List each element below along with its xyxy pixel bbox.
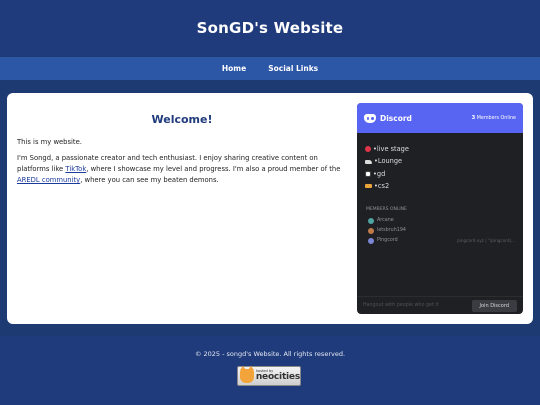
channel-item-gd[interactable]: •gd — [365, 168, 523, 180]
discord-brand[interactable]: Discord — [364, 113, 412, 123]
discord-footer-text: Hangout with people who get it — [363, 303, 439, 308]
member-item[interactable]: Arcane — [368, 216, 523, 226]
members-online-count: 3 Members Online — [472, 115, 516, 121]
copyright-text: © 2025 - songd's Website. All rights res… — [194, 350, 346, 358]
site-header: SonGD's Website — [0, 0, 540, 56]
channel-list: •live stage •Lounge •gd •cs2 — [357, 133, 523, 193]
member-item[interactable]: Pingcord pingcord.xyz | "/pingcord|... — [368, 236, 523, 246]
intro-text: This is my website. — [17, 138, 82, 146]
main-nav: Home Social Links — [0, 57, 540, 80]
square-icon — [365, 171, 371, 178]
red-circle-icon — [365, 146, 371, 153]
about-paragraph: I'm Songd, a passionate creator and tech… — [17, 153, 352, 187]
avatar — [368, 227, 374, 234]
discord-widget: Discord 3 Members Online •live stage •Lo… — [357, 103, 523, 314]
avatar — [368, 217, 374, 224]
avatar — [368, 237, 374, 244]
nav-spacer — [0, 80, 540, 92]
join-discord-button[interactable]: Join Discord — [471, 299, 517, 312]
welcome-heading: Welcome! — [151, 113, 213, 126]
couch-icon — [365, 159, 372, 164]
discord-widget-footer: Hangout with people who get it Join Disc… — [357, 296, 523, 314]
aredl-community-link[interactable]: AREDL community — [17, 176, 80, 184]
nav-social-links-link[interactable]: Social Links — [268, 64, 318, 73]
neocities-badge-text: hosted by neocities — [255, 369, 300, 383]
member-name: letsbruh194 — [377, 228, 406, 234]
discord-widget-header: Discord 3 Members Online — [357, 103, 523, 133]
member-item[interactable]: letsbruh194 — [368, 226, 523, 236]
channel-label: •gd — [373, 169, 386, 178]
gun-icon — [365, 184, 372, 189]
member-name: Pingcord — [377, 238, 398, 244]
neocities-badge[interactable]: hosted by neocities — [237, 366, 301, 386]
members-label: Members Online — [476, 116, 516, 121]
nav-home-link[interactable]: Home — [222, 64, 246, 73]
channel-label: •Lounge — [374, 157, 403, 166]
channel-label: •cs2 — [374, 182, 390, 191]
member-name: Arcane — [377, 218, 394, 224]
discord-logo-icon — [364, 113, 376, 123]
channel-label: •live stage — [373, 145, 409, 153]
neocities-badge-big: neocities — [255, 372, 300, 383]
about-text-3: , where you can see my beaten demons. — [80, 176, 219, 185]
neocities-cat-icon — [240, 366, 254, 383]
members-online-title: MEMBERS ONLINE — [366, 206, 407, 212]
channel-item-live-stage[interactable]: •live stage — [365, 143, 523, 155]
channel-item-lounge[interactable]: •Lounge — [365, 155, 523, 167]
members-count: 3 — [471, 115, 476, 121]
tiktok-link[interactable]: TikTok — [65, 165, 86, 173]
discord-brand-label: Discord — [380, 113, 412, 123]
content-card: Welcome! This is my website. I'm Songd, … — [7, 93, 533, 324]
channel-item-cs2[interactable]: •cs2 — [365, 180, 523, 192]
about-text-2: , where I showcase my level and progress… — [86, 165, 341, 174]
member-activity: pingcord.xyz | "/pingcord|... — [457, 238, 515, 244]
site-title: SonGD's Website — [196, 19, 344, 37]
